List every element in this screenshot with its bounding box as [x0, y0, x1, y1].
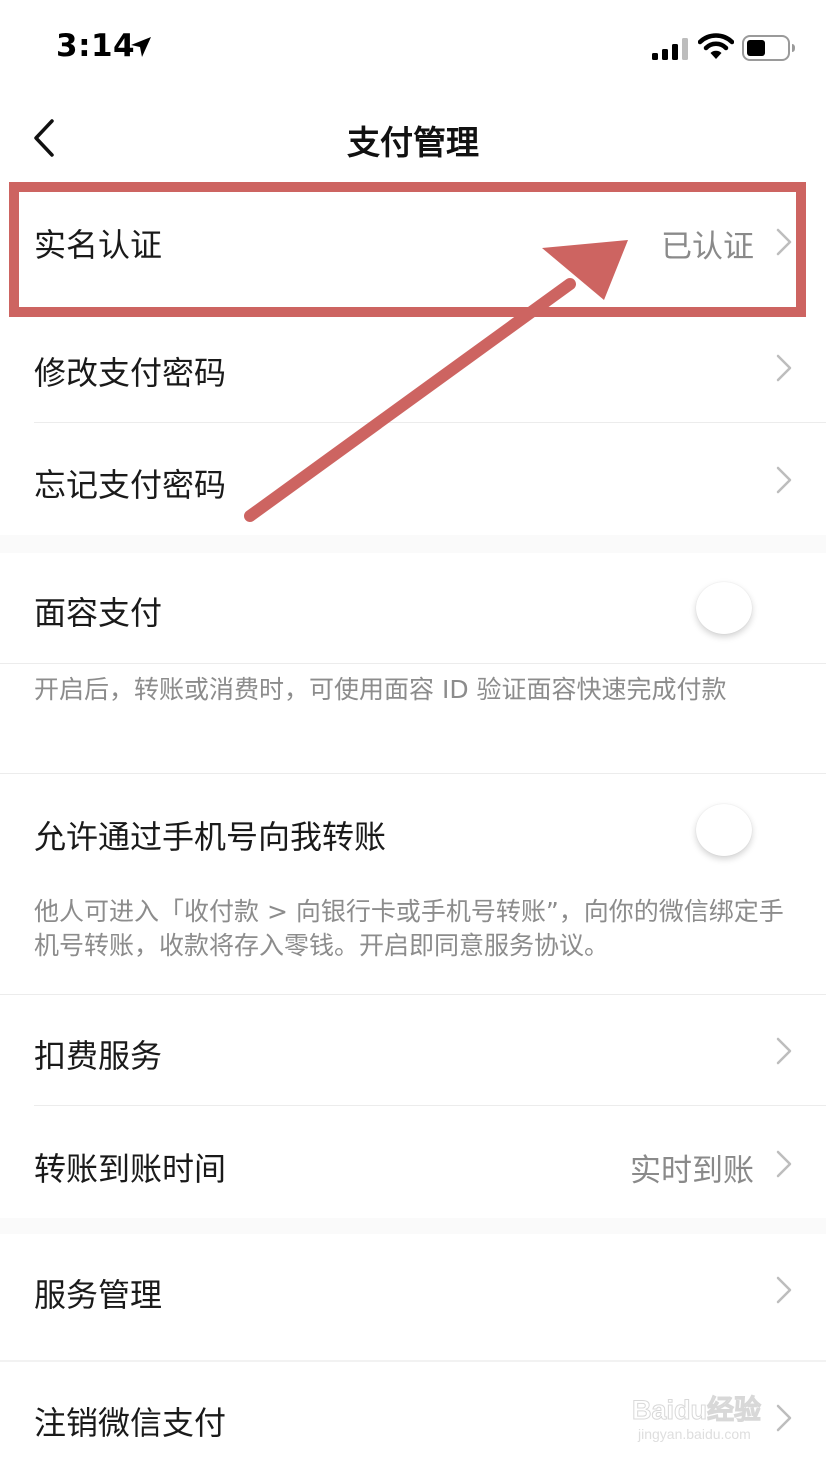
wifi-icon [698, 33, 734, 59]
divider [0, 663, 826, 664]
phone-transfer-description: 他人可进入「收付款 > 向银行卡或手机号转账”，向你的微信绑定手机号转账，收款将… [34, 897, 784, 960]
phone-transfer-toggle[interactable] [690, 804, 760, 856]
navigation-bar: 支付管理 [0, 96, 826, 182]
chevron-right-icon [776, 1276, 792, 1304]
row-label: 修改支付密码 [34, 354, 227, 392]
row-cancel-wechat-pay[interactable]: 注销微信支付 [0, 1362, 826, 1470]
chevron-right-icon [776, 1150, 792, 1178]
row-label: 实名认证 [34, 226, 163, 264]
section-gap [0, 1218, 826, 1234]
page-title: 支付管理 [347, 123, 479, 162]
row-phone-transfer: 允许通过手机号向我转账 [0, 774, 826, 884]
status-bar: 3:14 [0, 0, 826, 96]
row-change-payment-password[interactable]: 修改支付密码 [0, 312, 826, 422]
row-label: 注销微信支付 [34, 1404, 227, 1442]
face-pay-toggle[interactable] [690, 582, 760, 634]
toggle-knob [696, 582, 752, 634]
toggle-knob [696, 804, 752, 856]
location-arrow-icon [131, 37, 151, 57]
row-service-management[interactable]: 服务管理 [0, 1234, 826, 1360]
row-label: 转账到账时间 [34, 1150, 227, 1188]
row-label: 面容支付 [34, 594, 163, 632]
chevron-right-icon [776, 1404, 792, 1432]
row-transfer-arrival-time[interactable]: 转账到账时间 实时到账 [0, 1106, 826, 1218]
cellular-signal-icon [652, 38, 688, 60]
status-time: 3:14 [56, 28, 136, 64]
face-pay-description: 开启后，转账或消费时，可使用面容 ID 验证面容快速完成付款 [34, 675, 727, 704]
chevron-right-icon [776, 228, 792, 256]
section-gap [0, 535, 826, 553]
row-forgot-payment-password[interactable]: 忘记支付密码 [0, 423, 826, 535]
chevron-right-icon [776, 1037, 792, 1065]
chevron-right-icon [776, 354, 792, 382]
row-label: 忘记支付密码 [34, 466, 227, 504]
row-label: 扣费服务 [34, 1037, 163, 1075]
row-face-pay: 面容支付 [0, 553, 826, 663]
chevron-right-icon [776, 466, 792, 494]
row-deduction-services[interactable]: 扣费服务 [0, 995, 826, 1105]
row-label: 服务管理 [34, 1276, 163, 1314]
verification-status: 已认证 [661, 229, 754, 265]
row-realname-verification[interactable]: 实名认证 已认证 [0, 182, 826, 300]
row-label: 允许通过手机号向我转账 [34, 818, 387, 856]
arrival-time-value: 实时到账 [630, 1153, 754, 1189]
battery-icon [742, 35, 795, 61]
